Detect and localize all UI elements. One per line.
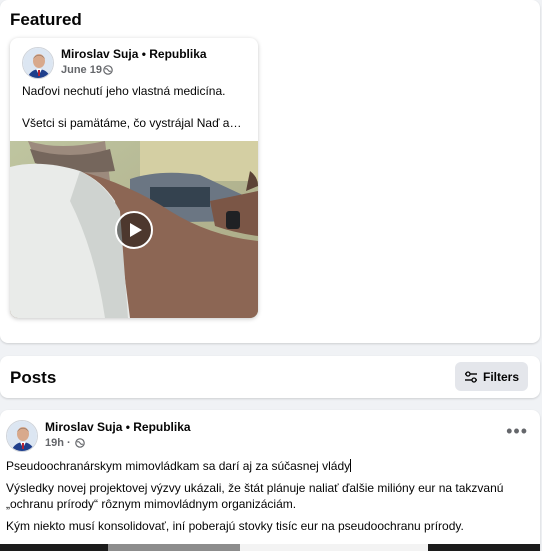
post-headline: Pseudoochranárskym mimovládkam sa darí a… bbox=[6, 459, 352, 473]
posts-title: Posts bbox=[10, 368, 57, 387]
post-paragraph1-line1: Výsledky novej projektovej výzvy ukázali… bbox=[6, 481, 504, 495]
play-button[interactable] bbox=[115, 211, 153, 249]
globe-icon bbox=[74, 438, 85, 451]
featured-post-meta: June 19 bbox=[61, 64, 113, 78]
post-author-name[interactable]: Miroslav Suja • Republika bbox=[45, 420, 191, 434]
featured-post-text-line1: Naďovi nechutí jeho vlastná medicína. bbox=[22, 84, 226, 98]
filters-button[interactable]: Filters bbox=[455, 362, 528, 391]
globe-icon bbox=[103, 65, 113, 78]
post-time[interactable]: 19h bbox=[45, 437, 64, 449]
featured-post-card[interactable]: Miroslav Suja • Republika June 19 Naďovi… bbox=[10, 38, 258, 318]
post-meta: 19h · bbox=[45, 437, 85, 451]
author-avatar[interactable] bbox=[22, 47, 54, 79]
more-icon[interactable]: ••• bbox=[506, 422, 528, 440]
featured-section: Featured Miroslav Suja • Republika June … bbox=[0, 0, 540, 343]
play-icon bbox=[130, 223, 142, 237]
text-cursor bbox=[350, 459, 352, 472]
featured-video-thumbnail[interactable] bbox=[10, 141, 258, 318]
post-card: Miroslav Suja • Republika 19h · ••• Pseu… bbox=[0, 410, 540, 551]
featured-author-name[interactable]: Miroslav Suja • Republika bbox=[61, 47, 207, 61]
post-media-preview[interactable] bbox=[0, 543, 540, 551]
posts-header: Posts Filters bbox=[0, 356, 540, 398]
featured-title: Featured bbox=[10, 10, 82, 29]
filters-icon bbox=[464, 370, 477, 383]
featured-post-date[interactable]: June 19 bbox=[61, 64, 102, 76]
post-paragraph2: Kým niekto musí konsolidovať, iní pobera… bbox=[6, 519, 464, 533]
featured-post-text-line2: Všetci si pamätáme, čo vystrájal Naď a… bbox=[22, 116, 242, 130]
post-paragraph1-line2: „ochranu prírody“ rôznym mimovládnym org… bbox=[6, 497, 297, 511]
filters-label: Filters bbox=[482, 369, 519, 384]
post-author-avatar[interactable] bbox=[6, 420, 38, 452]
